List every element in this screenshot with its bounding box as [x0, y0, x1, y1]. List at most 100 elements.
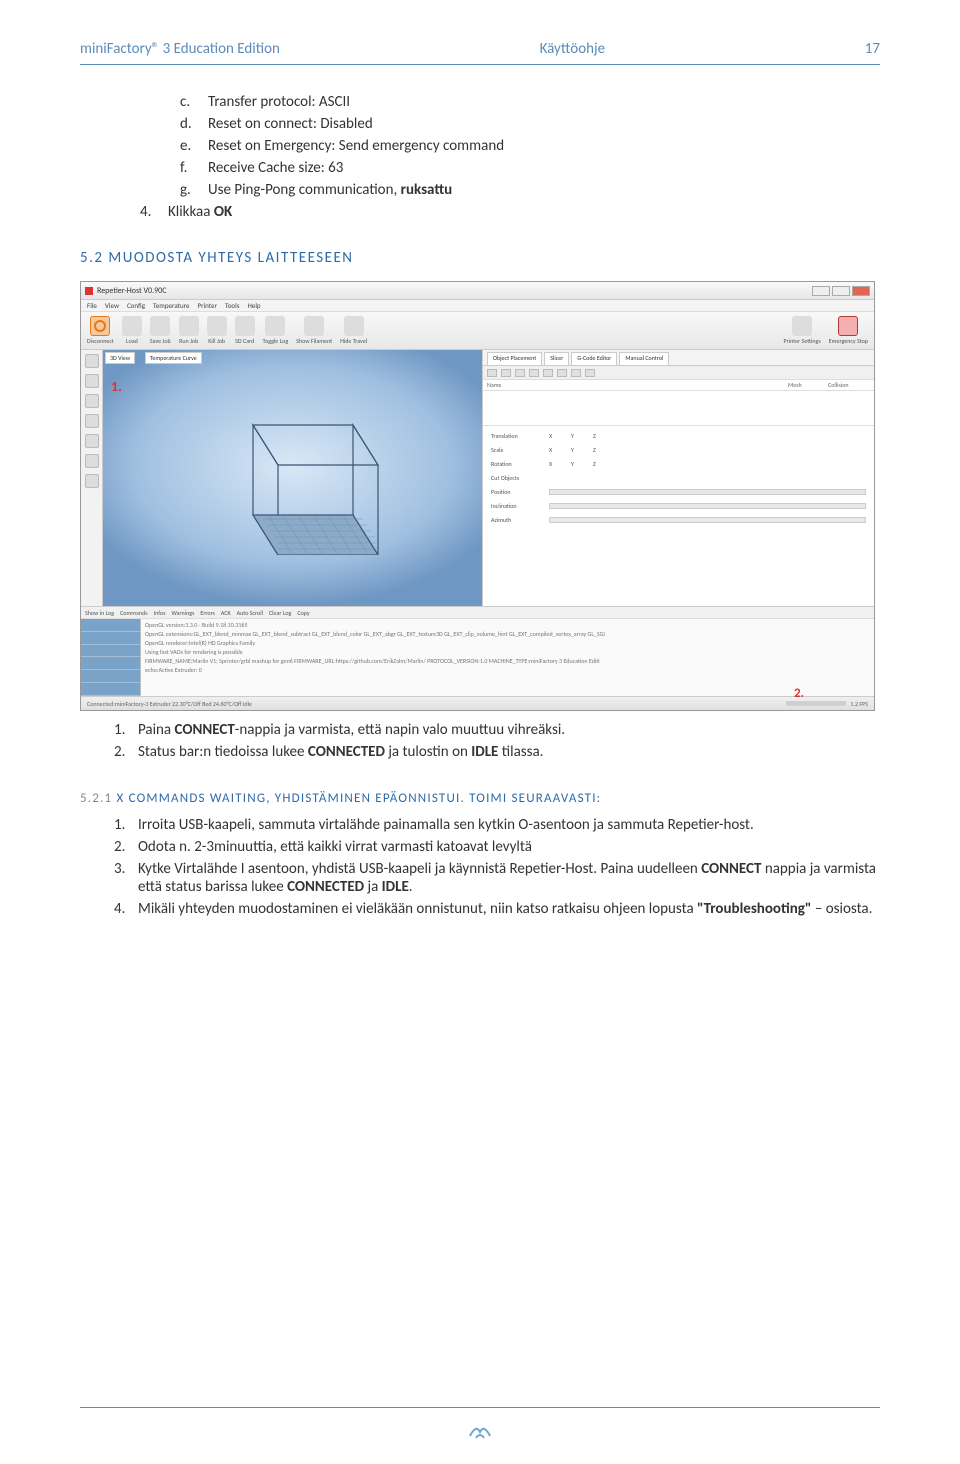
tool-move[interactable]	[85, 414, 99, 428]
slider-position[interactable]	[549, 489, 866, 495]
left-tool-column	[81, 350, 103, 606]
rt-btn[interactable]	[487, 369, 497, 377]
tool-front[interactable]	[85, 454, 99, 468]
hide-travel-button[interactable]: Hide Travel	[340, 316, 367, 345]
prop-scale: Scale	[491, 446, 539, 454]
text-e: Reset on Emergency: Send emergency comma…	[208, 137, 504, 155]
show-filament-button[interactable]: Show Filament	[296, 316, 332, 345]
slider-inclination[interactable]	[549, 503, 866, 509]
menu-view[interactable]: View	[105, 301, 119, 310]
label-g: g.	[180, 181, 208, 199]
menu-help[interactable]: Help	[247, 301, 260, 310]
header-left: miniFactory® 3 Education Edition	[80, 40, 280, 58]
3d-view[interactable]: 3D View Temperature Curve 1.	[103, 350, 483, 606]
text-c: Transfer protocol: ASCII	[208, 93, 350, 111]
troubleshoot-steps: 1.Irroita USB-kaapeli, sammuta virtalähd…	[114, 816, 880, 918]
build-volume-cube	[223, 405, 383, 555]
tool-top[interactable]	[85, 434, 99, 448]
window-buttons[interactable]	[812, 286, 870, 296]
run-job-button[interactable]: Run Job	[179, 316, 199, 345]
log-text: OpenGL version:3.3.0 - Build 9.18.10.316…	[141, 619, 874, 696]
step-2-num: 2.	[114, 743, 138, 761]
rt-btn[interactable]	[529, 369, 539, 377]
tab-object-placement[interactable]: Object Placement	[487, 352, 542, 365]
rt-btn[interactable]	[515, 369, 525, 377]
ts-1-text: Irroita USB-kaapeli, sammuta virtalähde …	[138, 816, 880, 834]
lb-copy[interactable]: Copy	[297, 609, 309, 617]
ts-1-num: 1.	[114, 816, 138, 834]
tool-parallel[interactable]	[85, 474, 99, 488]
label-4: 4.	[140, 203, 168, 221]
status-bar: Connected:miniFactory-3 Extruder 22.30°C…	[81, 696, 874, 710]
lb-infos[interactable]: Infos	[154, 609, 166, 617]
menu-tools[interactable]: Tools	[225, 301, 240, 310]
toggle-log-button[interactable]: Toggle Log	[263, 316, 289, 345]
save-job-button[interactable]: Save Job	[150, 316, 171, 345]
view-tab-3d[interactable]: 3D View	[105, 352, 135, 364]
lb-showinlog: Show in Log	[85, 609, 114, 617]
text-g: Use Ping-Pong communication, ruksattu	[208, 181, 452, 199]
settings-sublist: c.Transfer protocol: ASCII d.Reset on co…	[180, 93, 880, 199]
lb-warnings[interactable]: Warnings	[171, 609, 194, 617]
disconnect-button[interactable]: Disconnect	[87, 316, 114, 345]
minimize-button[interactable]	[812, 286, 830, 296]
col-name: Name	[483, 380, 784, 390]
rt-btn[interactable]	[585, 369, 595, 377]
menu-printer[interactable]: Printer	[197, 301, 216, 310]
stop-icon	[838, 316, 858, 336]
maximize-button[interactable]	[832, 286, 850, 296]
rt-btn[interactable]	[501, 369, 511, 377]
status-progress	[786, 701, 846, 706]
page-header: miniFactory® 3 Education Edition Käyttöo…	[80, 40, 880, 58]
menu-bar[interactable]: File View Config Temperature Printer Too…	[81, 300, 874, 312]
tab-slicer[interactable]: Slicer	[544, 352, 569, 365]
sd-icon	[235, 316, 255, 336]
lb-ack[interactable]: ACK	[221, 609, 231, 617]
tab-manual-control[interactable]: Manual Control	[619, 352, 669, 365]
prop-azimuth: Azimuth	[491, 516, 539, 524]
close-button[interactable]	[852, 286, 870, 296]
tool-rotate[interactable]	[85, 374, 99, 388]
save-icon	[150, 316, 170, 336]
step-2-text: Status bar:n tiedoissa lukee CONNECTED j…	[138, 743, 880, 761]
ts-2-text: Odota n. 2-3minuuttia, että kaikki virra…	[138, 838, 880, 856]
prop-rotation: Rotation	[491, 460, 539, 468]
toolbar: Disconnect Load Save Job Run Job Kill Jo…	[81, 312, 874, 350]
connect-steps: 1.Paina CONNECT-nappia ja varmista, että…	[114, 721, 880, 761]
rt-btn[interactable]	[543, 369, 553, 377]
run-icon	[179, 316, 199, 336]
lb-clearlog[interactable]: Clear Log	[269, 609, 291, 617]
ts-3-num: 3.	[114, 860, 138, 896]
slider-azimuth[interactable]	[549, 517, 866, 523]
ts-3-text: Kytke Virtalähde I asentoon, yhdistä USB…	[138, 860, 880, 896]
menu-config[interactable]: Config	[127, 301, 145, 310]
emergency-stop-button[interactable]: Emergency Stop	[829, 316, 868, 345]
section-5-2-1-title: 5.2.1 X COMMANDS WAITING, YHDISTÄMINEN E…	[80, 791, 880, 806]
gear-icon	[792, 316, 812, 336]
sd-card-button[interactable]: SD Card	[235, 316, 255, 345]
tool-zoom[interactable]	[85, 394, 99, 408]
app-icon	[85, 287, 93, 295]
right-panel: Object Placement Slicer G-Code Editor Ma…	[483, 350, 874, 606]
printer-settings-button[interactable]: Printer Settings	[784, 316, 821, 345]
view-tab-temp[interactable]: Temperature Curve	[145, 352, 202, 364]
lb-commands[interactable]: Commands	[120, 609, 147, 617]
power-icon	[90, 316, 110, 336]
rt-btn[interactable]	[571, 369, 581, 377]
tool-reset-view[interactable]	[85, 354, 99, 368]
text-f: Receive Cache size: 63	[208, 159, 343, 177]
rt-btn[interactable]	[557, 369, 567, 377]
menu-file[interactable]: File	[87, 301, 97, 310]
load-button[interactable]: Load	[122, 316, 142, 345]
label-d: d.	[180, 115, 208, 133]
kill-job-button[interactable]: Kill Job	[207, 316, 227, 345]
lb-errors[interactable]: Errors	[200, 609, 215, 617]
label-c: c.	[180, 93, 208, 111]
menu-temperature[interactable]: Temperature	[153, 301, 189, 310]
tab-gcode-editor[interactable]: G-Code Editor	[571, 352, 617, 365]
prop-translation: Translation	[491, 432, 539, 440]
lb-autoscroll[interactable]: Auto Scroll	[237, 609, 263, 617]
prop-cut[interactable]: Cut Objects	[491, 474, 539, 482]
step-1-num: 1.	[114, 721, 138, 739]
status-fps: 1.2 FPS	[850, 700, 868, 708]
